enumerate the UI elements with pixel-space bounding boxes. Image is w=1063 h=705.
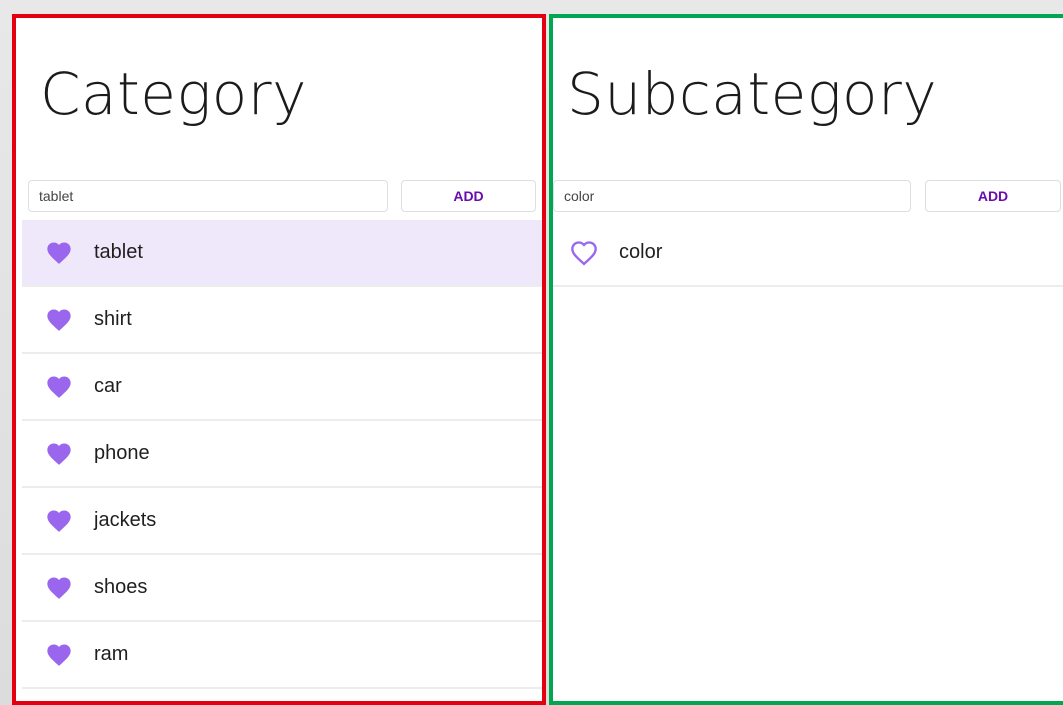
list-item-label: jackets: [94, 509, 157, 531]
list-item[interactable]: jackets: [22, 488, 542, 555]
subcategory-add-button[interactable]: ADD: [925, 180, 1061, 212]
list-item-label: shoes: [94, 576, 148, 598]
heart-outline-icon[interactable]: [569, 239, 599, 267]
list-item[interactable]: shoes: [22, 555, 542, 622]
list-item-label: tablet: [94, 241, 143, 263]
list-item[interactable]: phone: [22, 421, 542, 488]
heart-icon[interactable]: [44, 440, 74, 468]
list-item-label: phone: [94, 442, 150, 464]
category-panel: Category ADD tablet shirt car phone jackets s…: [12, 14, 546, 705]
list-item[interactable]: tablet: [22, 220, 542, 287]
heart-icon[interactable]: [44, 507, 74, 535]
category-add-button[interactable]: ADD: [401, 180, 536, 212]
heart-icon[interactable]: [44, 373, 74, 401]
heart-icon[interactable]: [44, 641, 74, 669]
list-item[interactable]: car: [22, 354, 542, 421]
category-input[interactable]: [28, 180, 388, 212]
subcategory-title: Subcategory: [567, 60, 938, 128]
heart-icon[interactable]: [44, 306, 74, 334]
subcategory-panel: Subcategory ADD color: [549, 14, 1063, 705]
category-title: Category: [40, 60, 307, 128]
category-list: tablet shirt car phone jackets shoes ram: [22, 220, 542, 689]
heart-icon[interactable]: [44, 574, 74, 602]
subcategory-input[interactable]: [553, 180, 911, 212]
heart-icon[interactable]: [44, 239, 74, 267]
list-item-label: ram: [94, 643, 129, 665]
subcategory-list: color: [553, 220, 1063, 287]
app-window: Category ADD tablet shirt car phone jackets s…: [0, 0, 1063, 705]
list-item[interactable]: shirt: [22, 287, 542, 354]
list-item-label: car: [94, 375, 122, 397]
list-item-label: color: [619, 241, 663, 263]
list-item-label: shirt: [94, 308, 132, 330]
list-item[interactable]: color: [553, 220, 1063, 287]
list-item[interactable]: ram: [22, 622, 542, 689]
